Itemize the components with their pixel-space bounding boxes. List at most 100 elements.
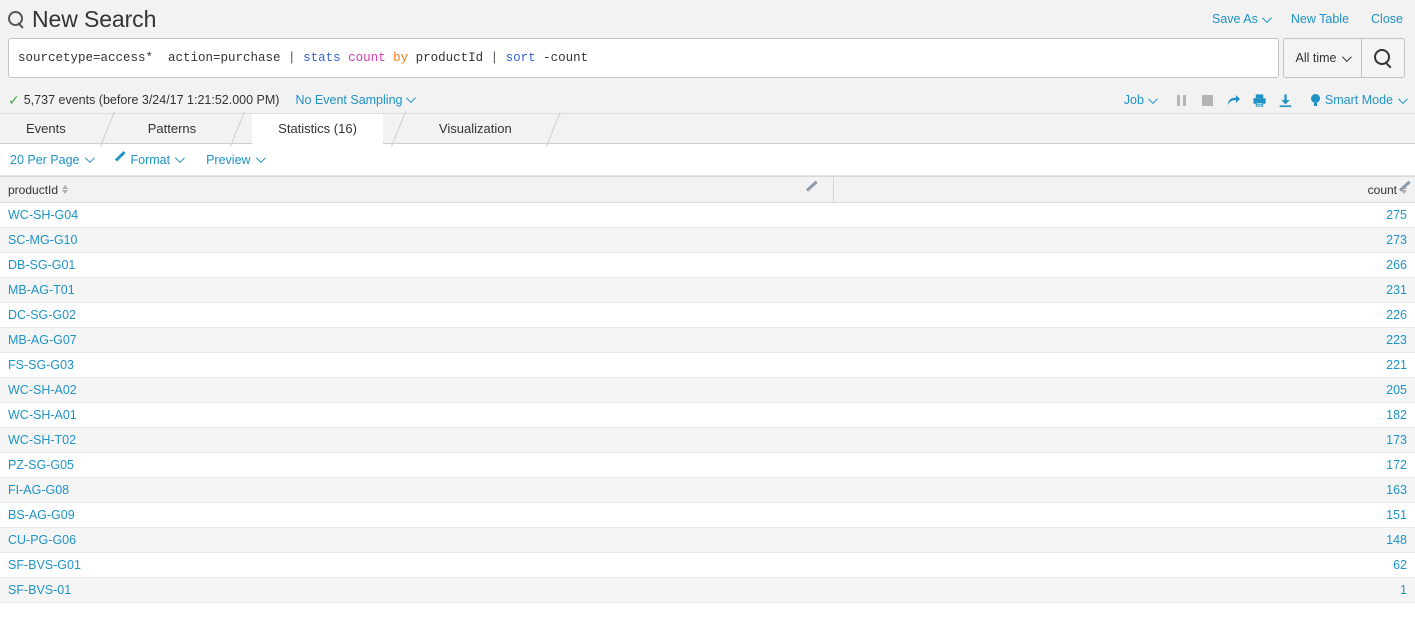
close-button[interactable]: Close — [1371, 12, 1403, 26]
cell-value[interactable]: FI-AG-G08 — [8, 483, 69, 497]
chevron-down-icon — [1342, 52, 1352, 62]
cell-value[interactable]: FS-SG-G03 — [8, 358, 74, 372]
cell-value[interactable]: 266 — [1386, 258, 1407, 272]
table-row: MB-AG-G07 223 — [0, 328, 1415, 353]
column-header-count[interactable]: count — [833, 177, 1415, 203]
cell-productid[interactable]: SF-BVS-G01 — [0, 553, 833, 578]
cell-productid[interactable]: DC-SG-G02 — [0, 303, 833, 328]
cell-value[interactable]: MB-AG-G07 — [8, 333, 77, 347]
cell-value[interactable]: SC-MG-G10 — [8, 233, 77, 247]
column-header-productid[interactable]: productId — [0, 177, 833, 203]
save-as-button[interactable]: Save As — [1212, 12, 1269, 26]
cell-value[interactable]: 273 — [1386, 233, 1407, 247]
column-edit-pencil-icon[interactable] — [807, 184, 819, 196]
query-token-2: stats — [303, 51, 348, 65]
time-range-picker[interactable]: All time — [1283, 38, 1361, 78]
cell-value[interactable]: WC-SH-T02 — [8, 433, 76, 447]
cell-count[interactable]: 1 — [833, 578, 1415, 603]
cell-productid[interactable]: PZ-SG-G05 — [0, 453, 833, 478]
cell-value[interactable]: 148 — [1386, 533, 1407, 547]
cell-productid[interactable]: FS-SG-G03 — [0, 353, 833, 378]
cell-productid[interactable]: WC-SH-A01 — [0, 403, 833, 428]
cell-productid[interactable]: FI-AG-G08 — [0, 478, 833, 503]
cell-value[interactable]: 173 — [1386, 433, 1407, 447]
query-token-5: productId — [416, 51, 491, 65]
tab-divider — [222, 114, 252, 143]
cell-value[interactable]: 205 — [1386, 383, 1407, 397]
cell-value[interactable]: 223 — [1386, 333, 1407, 347]
cell-value[interactable]: WC-SH-G04 — [8, 208, 78, 222]
query-token-0: sourcetype=access* action=purchase — [18, 51, 288, 65]
cell-count[interactable]: 151 — [833, 503, 1415, 528]
cell-productid[interactable]: BS-AG-G09 — [0, 503, 833, 528]
sort-indicator-icon[interactable] — [62, 185, 68, 194]
cell-value[interactable]: DB-SG-G01 — [8, 258, 75, 272]
cell-value[interactable]: 163 — [1386, 483, 1407, 497]
cell-productid[interactable]: MB-AG-G07 — [0, 328, 833, 353]
cell-count[interactable]: 62 — [833, 553, 1415, 578]
run-search-button[interactable] — [1361, 38, 1405, 78]
format-button[interactable]: Format — [116, 153, 183, 167]
tab-events[interactable]: Events — [0, 114, 92, 143]
cell-value[interactable]: CU-PG-G06 — [8, 533, 76, 547]
cell-value[interactable]: PZ-SG-G05 — [8, 458, 74, 472]
tab-patterns[interactable]: Patterns — [122, 114, 222, 143]
tab-statistics[interactable]: Statistics (16) — [252, 114, 383, 144]
cell-count[interactable]: 205 — [833, 378, 1415, 403]
preview-button[interactable]: Preview — [206, 153, 262, 167]
cell-value[interactable]: 221 — [1386, 358, 1407, 372]
share-icon[interactable] — [1221, 89, 1247, 111]
tab-divider — [538, 114, 568, 143]
cell-count[interactable]: 266 — [833, 253, 1415, 278]
cell-count[interactable]: 173 — [833, 428, 1415, 453]
cell-count[interactable]: 231 — [833, 278, 1415, 303]
cell-count[interactable]: 172 — [833, 453, 1415, 478]
cell-value[interactable]: BS-AG-G09 — [8, 508, 75, 522]
cell-value[interactable]: 182 — [1386, 408, 1407, 422]
new-table-button[interactable]: New Table — [1291, 12, 1349, 26]
cell-count[interactable]: 223 — [833, 328, 1415, 353]
cell-value[interactable]: DC-SG-G02 — [8, 308, 76, 322]
cell-value[interactable]: 231 — [1386, 283, 1407, 297]
column-edit-pencil-icon[interactable] — [1400, 184, 1412, 196]
cell-count[interactable]: 221 — [833, 353, 1415, 378]
cell-value[interactable]: WC-SH-A01 — [8, 408, 77, 422]
event-sampling-button[interactable]: No Event Sampling — [295, 93, 413, 107]
cell-value[interactable]: 275 — [1386, 208, 1407, 222]
cell-count[interactable]: 275 — [833, 203, 1415, 228]
cell-productid[interactable]: WC-SH-T02 — [0, 428, 833, 453]
cell-value[interactable]: 62 — [1393, 558, 1407, 572]
job-menu-button[interactable]: Job — [1124, 93, 1155, 107]
cell-value[interactable]: MB-AG-T01 — [8, 283, 75, 297]
cell-productid[interactable]: WC-SH-G04 — [0, 203, 833, 228]
cell-count[interactable]: 163 — [833, 478, 1415, 503]
cell-productid[interactable]: WC-SH-A02 — [0, 378, 833, 403]
cell-value[interactable]: SF-BVS-G01 — [8, 558, 81, 572]
cell-value[interactable]: WC-SH-A02 — [8, 383, 77, 397]
tab-visualization[interactable]: Visualization — [413, 114, 538, 143]
print-icon[interactable] — [1247, 89, 1273, 111]
cell-value[interactable]: 1 — [1400, 583, 1407, 597]
search-mode-button[interactable]: Smart Mode — [1311, 93, 1405, 107]
preview-label: Preview — [206, 153, 250, 167]
table-row: MB-AG-T01 231 — [0, 278, 1415, 303]
cell-count[interactable]: 182 — [833, 403, 1415, 428]
export-icon[interactable] — [1273, 89, 1299, 111]
cell-productid[interactable]: SC-MG-G10 — [0, 228, 833, 253]
cell-count[interactable]: 226 — [833, 303, 1415, 328]
cell-value[interactable]: 226 — [1386, 308, 1407, 322]
cell-count[interactable]: 148 — [833, 528, 1415, 553]
table-body: WC-SH-G04 275 SC-MG-G10 273 DB-SG-G01 266 MB-A… — [0, 203, 1415, 603]
cell-value[interactable]: 151 — [1386, 508, 1407, 522]
cell-productid[interactable]: DB-SG-G01 — [0, 253, 833, 278]
page-title-group: New Search — [0, 8, 156, 31]
cell-count[interactable]: 273 — [833, 228, 1415, 253]
cell-productid[interactable]: MB-AG-T01 — [0, 278, 833, 303]
cell-productid[interactable]: CU-PG-G06 — [0, 528, 833, 553]
cell-value[interactable]: SF-BVS-01 — [8, 583, 71, 597]
table-row: WC-SH-G04 275 — [0, 203, 1415, 228]
cell-value[interactable]: 172 — [1386, 458, 1407, 472]
search-query-input[interactable]: sourcetype=access* action=purchase | sta… — [8, 38, 1279, 78]
cell-productid[interactable]: SF-BVS-01 — [0, 578, 833, 603]
per-page-button[interactable]: 20 Per Page — [10, 153, 92, 167]
